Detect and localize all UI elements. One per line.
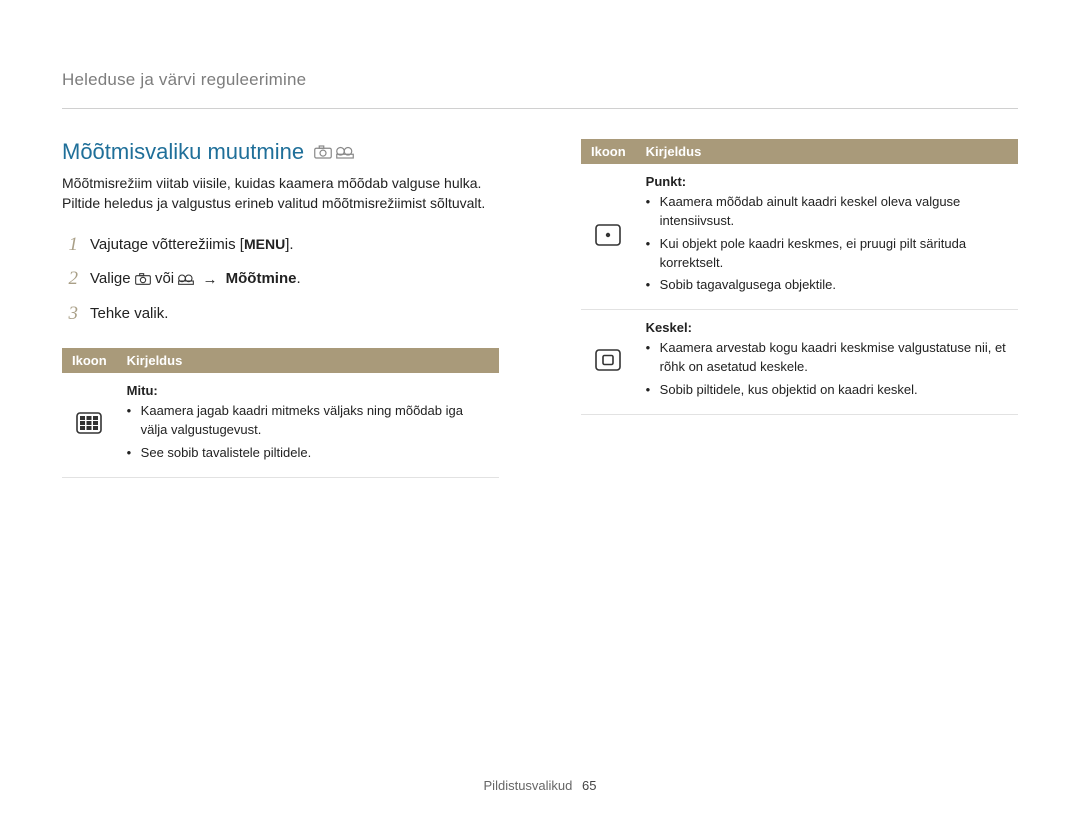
body-text: Mõõtmisrežiim viitab viisile, kuidas kaa…	[62, 173, 499, 214]
desc-label: Punkt:	[646, 174, 1008, 189]
center-metering-icon	[595, 349, 621, 374]
footer-section: Pildistusvalikud	[484, 778, 573, 793]
step-1-suffix: ].	[285, 236, 293, 253]
step-number: 2	[62, 268, 78, 291]
camera-icon	[135, 272, 151, 286]
menu-label: MENU	[244, 236, 285, 252]
footer: Pildistusvalikud 65	[0, 778, 1080, 793]
left-column: Mõõtmisvaliku muutmine Mõõtmisrežiim vii…	[62, 139, 499, 478]
page-number: 65	[582, 778, 596, 793]
video-icon	[178, 272, 194, 286]
multi-metering-icon	[76, 412, 102, 437]
spot-metering-icon	[595, 224, 621, 249]
camera-icon	[314, 145, 332, 159]
step-2-dest: Mõõtmine	[226, 270, 297, 287]
step-3-text: Tehke valik.	[90, 303, 168, 326]
metering-table-left: Ikoon Kirjeldus	[62, 348, 499, 478]
col-desc-header: Kirjeldus	[636, 139, 1018, 164]
desc-bullet: Kaamera jagab kaadri mitmeks väljaks nin…	[127, 402, 489, 440]
desc-label: Keskel:	[646, 320, 1008, 335]
right-column: Ikoon Kirjeldus	[581, 139, 1018, 478]
table-row: Keskel: Kaamera arvestab kogu kaadri kes…	[581, 310, 1018, 415]
step-2-prefix: Valige	[90, 270, 135, 287]
desc-bullet: See sobib tavalistele piltidele.	[127, 444, 489, 463]
step-2: 2 Valige või → Mõõtmine.	[62, 262, 499, 297]
desc-bullet: Kaamera mõõdab ainult kaadri keskel olev…	[646, 193, 1008, 231]
divider	[62, 108, 1018, 109]
col-icon-header: Ikoon	[62, 348, 117, 373]
breadcrumb: Heleduse ja värvi reguleerimine	[62, 70, 1018, 90]
steps-list: 1 Vajutage võtterežiimis [MENU]. 2 Valig…	[62, 228, 499, 332]
col-icon-header: Ikoon	[581, 139, 636, 164]
metering-table-right: Ikoon Kirjeldus	[581, 139, 1018, 415]
step-3: 3 Tehke valik.	[62, 297, 499, 332]
step-2-mid: või	[155, 270, 178, 287]
step-1: 1 Vajutage võtterežiimis [MENU].	[62, 228, 499, 263]
desc-bullet: Kui objekt pole kaadri keskmes, ei pruug…	[646, 235, 1008, 273]
step-1-prefix: Vajutage võtterežiimis [	[90, 236, 244, 253]
video-icon	[336, 145, 354, 159]
step-2-period: .	[296, 270, 300, 287]
table-row: Punkt: Kaamera mõõdab ainult kaadri kesk…	[581, 164, 1018, 310]
desc-bullet: Kaamera arvestab kogu kaadri keskmise va…	[646, 339, 1008, 377]
section-title: Mõõtmisvaliku muutmine	[62, 139, 304, 165]
desc-bullet: Sobib tagavalgusega objektile.	[646, 276, 1008, 295]
desc-label: Mitu:	[127, 383, 489, 398]
step-number: 3	[62, 303, 78, 326]
table-row: Mitu: Kaamera jagab kaadri mitmeks välja…	[62, 373, 499, 477]
arrow-right-icon: →	[202, 269, 217, 292]
desc-bullet: Sobib piltidele, kus objektid on kaadri …	[646, 381, 1008, 400]
step-number: 1	[62, 234, 78, 257]
col-desc-header: Kirjeldus	[117, 348, 499, 373]
